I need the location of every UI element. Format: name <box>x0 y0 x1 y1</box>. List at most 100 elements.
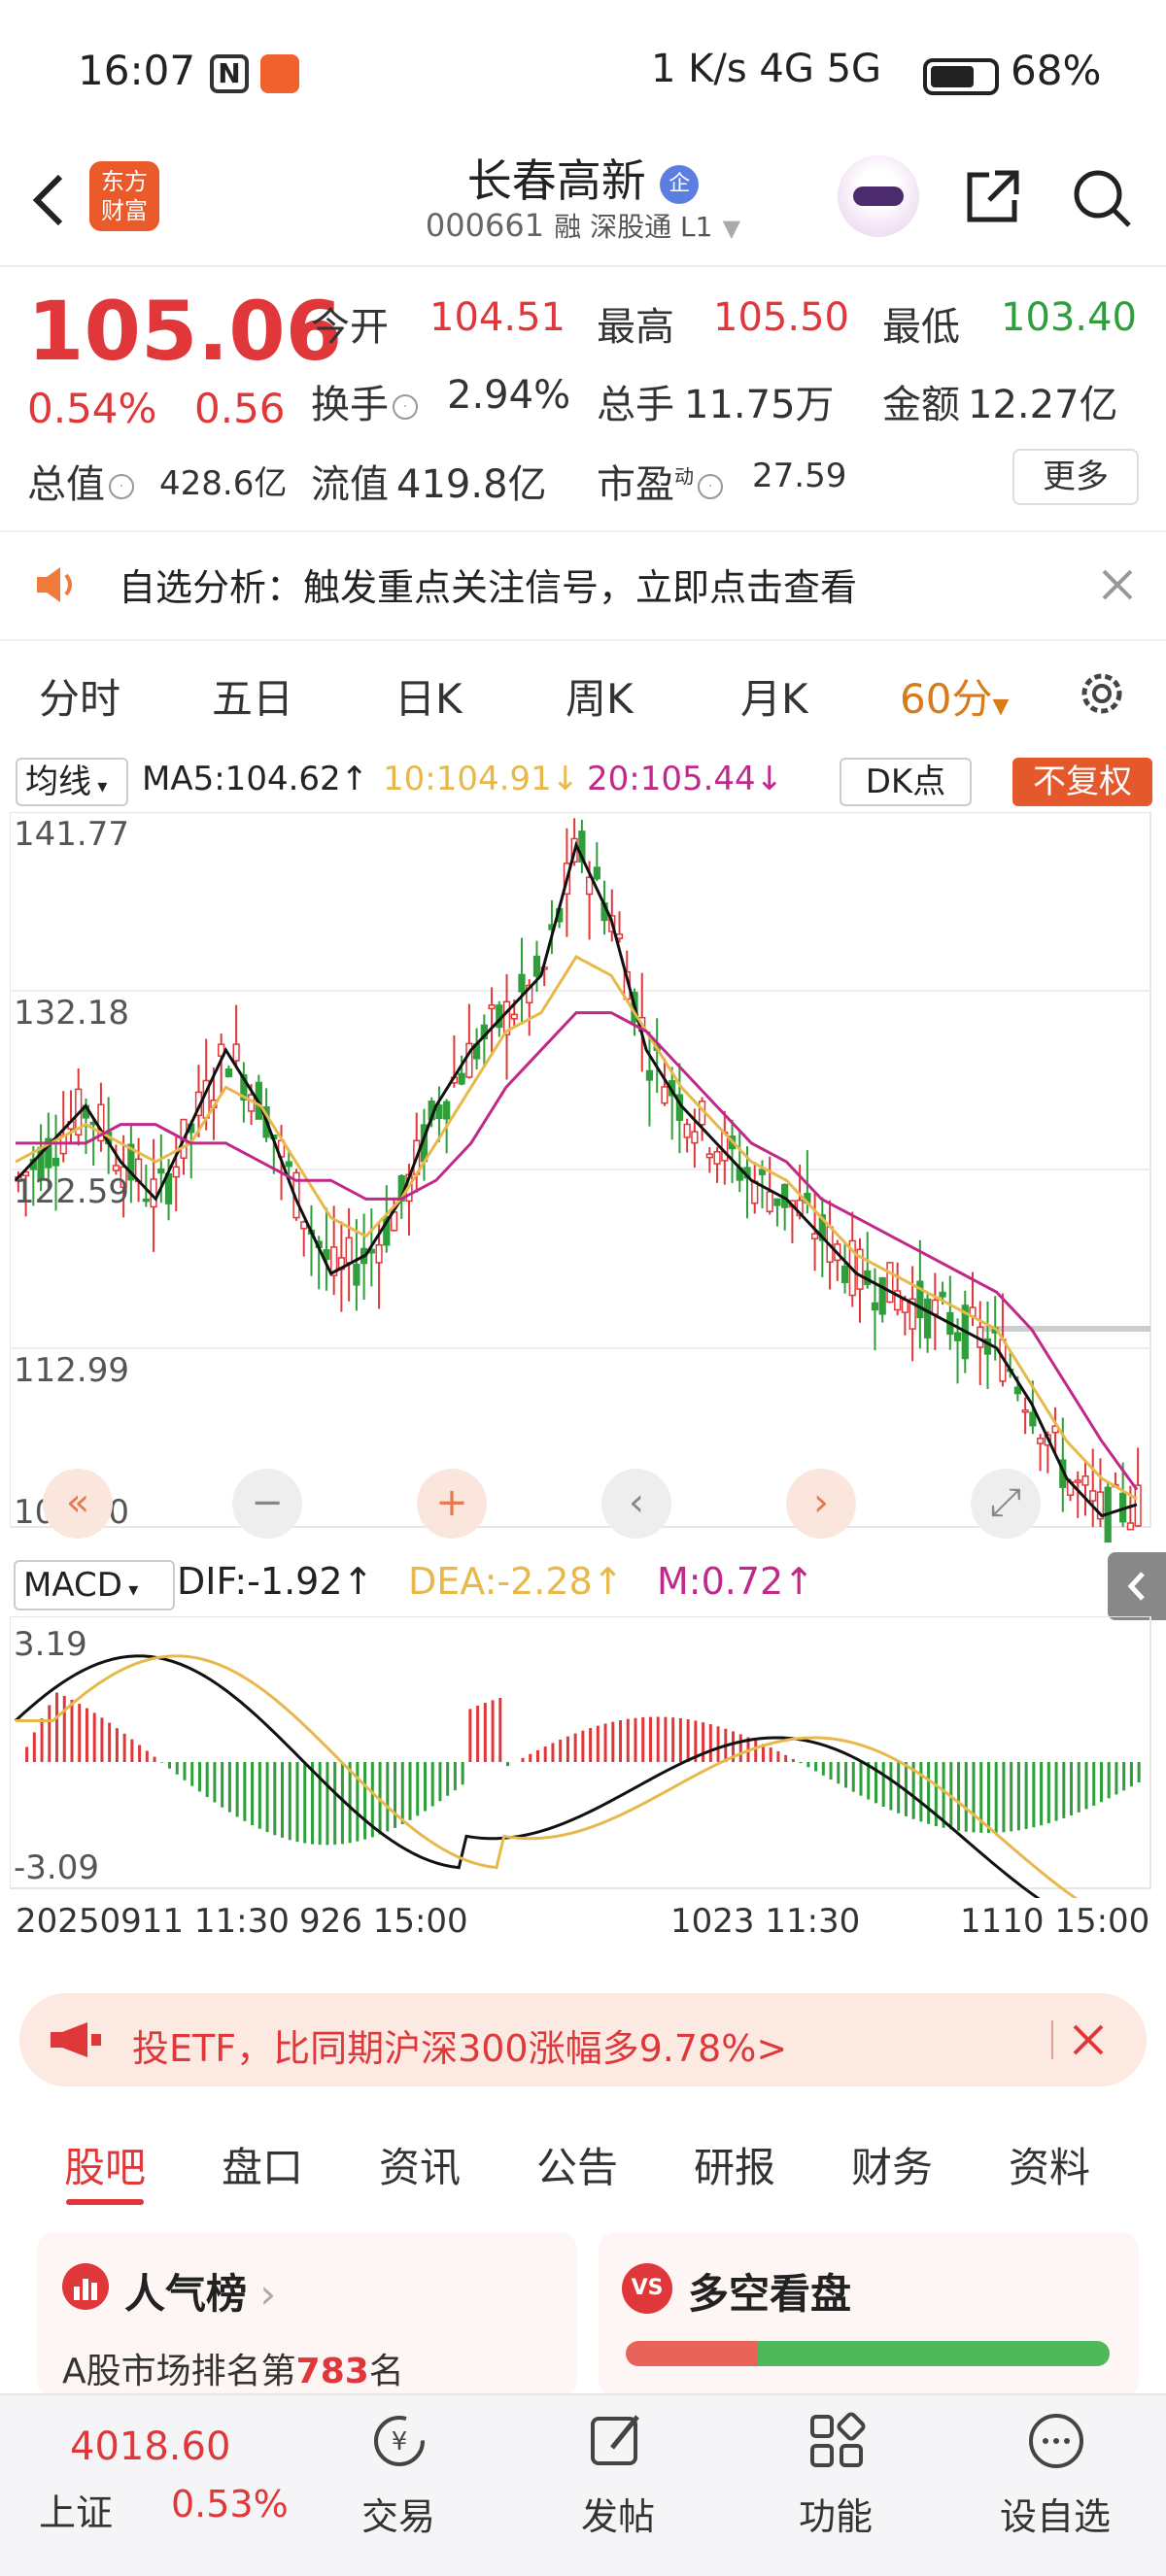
promo-divider <box>1051 2020 1053 2059</box>
candle-body <box>1081 1475 1089 1486</box>
close-icon[interactable] <box>1096 563 1139 606</box>
rank-number: 783 <box>295 2352 369 2391</box>
bull-bar <box>626 2341 762 2366</box>
candle-body <box>939 1291 946 1298</box>
tab-five-day[interactable]: 五日 <box>212 666 293 726</box>
tab-announcements[interactable]: 公告 <box>536 2135 618 2194</box>
nav-function[interactable]: 功能 <box>758 2487 913 2540</box>
candle-body <box>443 1101 451 1120</box>
index-value[interactable]: 4018.60 <box>70 2424 230 2469</box>
amount-value: 12.27亿 <box>968 383 1118 427</box>
info-icon[interactable]: · <box>393 394 418 420</box>
dea-readout: DEA:-2.28↑ <box>408 1560 624 1603</box>
dif-readout: DIF:-1.92↑ <box>177 1560 374 1603</box>
macd-selector[interactable]: MACD ▾ <box>14 1560 175 1610</box>
svg-text:¥: ¥ <box>392 2427 408 2457</box>
candle-body <box>142 1198 150 1203</box>
post-icon[interactable] <box>585 2409 649 2473</box>
watchlist-icon[interactable] <box>1024 2409 1088 2473</box>
nav-add-watchlist[interactable]: 设自选 <box>977 2487 1133 2540</box>
trade-icon[interactable]: ¥ <box>367 2409 431 2473</box>
candle-body <box>458 1072 465 1085</box>
chart-control-icon: « <box>66 1480 89 1525</box>
rank-suffix: 名 <box>368 2352 404 2391</box>
candle-body <box>810 1233 819 1239</box>
popularity-title: 人气榜 › <box>124 2261 276 2321</box>
candle-body <box>285 1161 292 1168</box>
more-button[interactable]: 更多 <box>1012 449 1139 505</box>
tab-monthly-k[interactable]: 月K <box>740 666 808 726</box>
candle-body <box>1089 1490 1097 1502</box>
tab-intraday[interactable]: 分时 <box>39 666 120 726</box>
price-axis-label: 132.18 <box>14 994 129 1033</box>
nav-post[interactable]: 发帖 <box>540 2487 696 2540</box>
change-amount: 0.56 <box>194 385 286 432</box>
chart-control-icon: − <box>251 1480 284 1525</box>
pe-label: 市盈动 · <box>597 453 727 509</box>
adjust-button[interactable]: 不复权 <box>1012 758 1152 806</box>
tab-pankou[interactable]: 盘口 <box>222 2135 303 2194</box>
tab-guba[interactable]: 股吧 <box>64 2135 146 2194</box>
notice-text[interactable]: 自选分析：触发重点关注信号，立即点击查看 <box>119 558 857 611</box>
active-tab-indicator <box>66 2199 144 2205</box>
candle-body <box>953 1332 962 1341</box>
promo-text[interactable]: 投ETF，比同期沪深300涨幅多9.78%> <box>132 2018 787 2072</box>
candle-body <box>593 866 600 880</box>
candle-body <box>923 1298 932 1339</box>
ma-line-2 <box>15 955 1138 1501</box>
candle-body <box>345 1237 353 1264</box>
nav-trade[interactable]: 交易 <box>321 2487 476 2540</box>
pe-label-text: 市盈 <box>597 462 674 507</box>
high-label: 最高 <box>597 305 674 350</box>
date-label-4: 1110 15:00 <box>960 1902 1150 1941</box>
info-icon[interactable]: · <box>109 474 134 499</box>
function-icon[interactable] <box>805 2409 869 2473</box>
ma-selector[interactable]: 均线 ▾ <box>16 758 128 806</box>
tab-research[interactable]: 研报 <box>694 2135 775 2194</box>
date-label-3: 1023 11:30 <box>670 1902 861 1941</box>
macd-chart[interactable]: 3.19 -3.09 <box>10 1616 1156 1898</box>
tab-weekly-k[interactable]: 周K <box>566 666 634 726</box>
tab-60min[interactable]: 60分▼ <box>900 666 1009 726</box>
ma-line-1 <box>14 840 1138 1518</box>
tab-60min-label: 60分 <box>900 675 993 723</box>
app-notification-icon <box>260 54 299 93</box>
chart-control-icon: ‹ <box>629 1480 644 1525</box>
m-readout: M:0.72↑ <box>657 1560 815 1603</box>
current-price: 105.06 <box>27 284 343 379</box>
float-value: 419.8亿 <box>396 462 547 507</box>
candle-body <box>691 1131 699 1144</box>
assistant-eye-icon <box>853 186 904 206</box>
open-value: 104.51 <box>429 295 566 340</box>
candle-body <box>435 1104 443 1120</box>
search-icon[interactable] <box>1069 165 1133 229</box>
turnover-value: 2.94% <box>447 373 571 418</box>
candle-body <box>683 1123 691 1138</box>
candle-body <box>51 1157 60 1167</box>
tab-daily-k[interactable]: 日K <box>394 666 463 726</box>
candle-body <box>645 1069 654 1081</box>
open-label: 今开 <box>311 305 389 350</box>
gear-icon[interactable] <box>1075 666 1129 721</box>
collapse-handle[interactable] <box>1108 1552 1166 1620</box>
bull-bear-title: 多空看盘 <box>688 2270 852 2318</box>
info-icon[interactable]: · <box>698 474 723 499</box>
candle-body <box>1074 1479 1081 1483</box>
tab-news[interactable]: 资讯 <box>379 2135 461 2194</box>
candle-body <box>773 1198 781 1206</box>
bull-bear-card[interactable] <box>599 2232 1139 2397</box>
dk-point-button[interactable]: DK点 <box>840 758 972 806</box>
chart-control-icon: › <box>813 1480 829 1525</box>
index-name[interactable]: 上证 <box>39 2483 113 2536</box>
close-icon[interactable] <box>1069 2020 1108 2059</box>
candle-body <box>1013 1386 1022 1395</box>
index-percent[interactable]: 0.53% <box>171 2483 289 2525</box>
tab-finance[interactable]: 财务 <box>851 2135 933 2194</box>
tab-profile[interactable]: 资料 <box>1009 2135 1090 2194</box>
chevron-down-icon: ▾ <box>121 1577 139 1601</box>
change-percent: 0.54% <box>27 385 157 432</box>
share-icon[interactable] <box>962 165 1024 227</box>
date-label-1: 20250911 11:30 <box>16 1902 290 1941</box>
kline-chart[interactable]: 141.77132.18122.59112.99103.40«−+‹›⤢ <box>10 812 1156 1550</box>
ma20-readout: 20:105.44↓ <box>587 760 784 798</box>
